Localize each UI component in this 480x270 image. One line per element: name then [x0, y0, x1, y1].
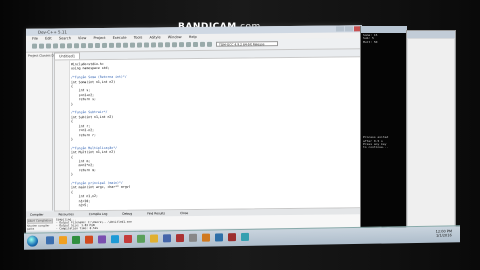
toolbar-button[interactable]	[32, 43, 37, 49]
source-code[interactable]: #include<stdio.h> using namespace std; /*…	[71, 62, 131, 208]
abort-compilation-button[interactable]: Abort Compilation	[27, 218, 53, 224]
taskbar-app-icon[interactable]	[228, 233, 236, 242]
toolbar-button[interactable]	[193, 41, 198, 48]
toolbar-button[interactable]	[67, 43, 72, 49]
line-number-gutter	[55, 60, 70, 211]
tab-classes[interactable]: Classes	[39, 54, 50, 58]
toolbar-button[interactable]	[151, 42, 156, 48]
taskbar-app-icon[interactable]	[111, 235, 119, 244]
compiler-select[interactable]: TDM-GCC 4.9.2 64-bit Release	[216, 41, 278, 47]
toolbar-button[interactable]	[165, 42, 170, 48]
code-line: n2=5;	[71, 203, 89, 208]
toolbar-button[interactable]	[123, 42, 128, 48]
toolbar-button[interactable]	[46, 43, 51, 49]
background-window-titlebar	[407, 31, 455, 38]
toolbar-button[interactable]	[60, 43, 65, 49]
toolbar-button[interactable]	[88, 43, 93, 49]
clock-date: 1/1/2016	[435, 233, 452, 238]
tab-compiler[interactable]: Compiler	[26, 213, 44, 217]
taskbar-app-icon[interactable]	[98, 235, 106, 244]
toolbar: TDM-GCC 4.9.2 64-bit Release	[26, 38, 362, 53]
tab-debug-bottom[interactable]: Debug	[118, 212, 132, 216]
ide-title-text: Dev-C++ 5.11	[38, 29, 67, 35]
menu-astyle[interactable]: AStyle	[149, 35, 160, 39]
menu-execute[interactable]: Execute	[113, 36, 127, 40]
toolbar-button[interactable]	[95, 42, 100, 49]
taskbar-app-icon[interactable]	[189, 233, 197, 242]
taskbar-app-icon[interactable]	[150, 234, 158, 243]
tab-find-results[interactable]: Find Results	[143, 211, 165, 215]
taskbar-app-icon[interactable]	[124, 234, 132, 244]
taskbar-app-icon[interactable]	[202, 233, 210, 242]
menu-edit[interactable]: Edit	[45, 36, 52, 40]
toolbar-button[interactable]	[39, 43, 44, 49]
menu-help[interactable]: Help	[189, 35, 197, 39]
code-line: int main(int argc, char** argv)	[71, 185, 131, 190]
taskbar-app-icon[interactable]	[85, 235, 93, 244]
toolbar-button[interactable]	[109, 42, 114, 48]
start-button[interactable]	[27, 235, 38, 247]
tab-close[interactable]: Close	[176, 211, 188, 215]
taskbar-app-icon[interactable]	[137, 234, 145, 243]
taskbar-app-icon[interactable]	[176, 234, 184, 243]
console-line: to continue...	[363, 145, 389, 150]
tab-project[interactable]: Project	[28, 54, 38, 58]
toolbar-button[interactable]	[81, 43, 86, 49]
toolbar-button[interactable]	[130, 42, 135, 48]
menu-tools[interactable]: Tools	[134, 36, 143, 40]
taskbar-app-icon[interactable]	[215, 233, 223, 242]
toolbar-button[interactable]	[116, 42, 121, 48]
toolbar-button[interactable]	[53, 43, 58, 49]
taskbar-app-icon[interactable]	[46, 236, 54, 245]
menu-window[interactable]: Window	[168, 35, 182, 39]
toolbar-button[interactable]	[186, 42, 191, 48]
console-window: Soma: 15 Sub: 5 Mult: 50 Process exited aft…	[360, 26, 407, 236]
code-editor[interactable]: #include<stdio.h> using namespace std; /*…	[54, 56, 361, 212]
toolbar-button[interactable]	[74, 43, 79, 49]
tab-compile-log[interactable]: Compile Log	[85, 212, 108, 216]
taskbar-app-icon[interactable]	[72, 235, 80, 244]
menu-search[interactable]: Search	[59, 36, 71, 40]
toolbar-button[interactable]	[158, 42, 163, 48]
tab-resources[interactable]: Resources	[54, 212, 73, 216]
taskbar-app-icon[interactable]	[163, 234, 171, 243]
console-output: Soma: 15 Sub: 5 Mult: 50 Process exited aft…	[361, 33, 407, 151]
toolbar-button[interactable]	[179, 42, 184, 48]
taskbar-app-icon[interactable]	[59, 236, 67, 245]
background-window-body	[408, 39, 454, 230]
menu-view[interactable]: View	[78, 36, 86, 40]
toolbar-button[interactable]	[137, 42, 142, 48]
console-titlebar	[361, 26, 407, 33]
maximize-button[interactable]	[345, 26, 353, 32]
project-panel: Project Classes Debug	[26, 52, 61, 211]
taskbar-app-icon[interactable]	[241, 232, 249, 242]
menu-file[interactable]: File	[32, 37, 38, 41]
ide-window: Dev-C++ 5.11 File Edit Search View Proje…	[26, 25, 362, 237]
desktop: BANDICAM.com Dev-C++ 5.11 File Edit Sear…	[0, 0, 480, 270]
menu-project[interactable]: Project	[93, 36, 105, 40]
compile-log-controls: Abort Compilation Shorten compiler paths	[26, 217, 54, 231]
toolbar-button[interactable]	[200, 41, 205, 47]
background-window	[406, 30, 456, 232]
toolbar-button[interactable]	[207, 41, 212, 47]
taskbar-clock[interactable]: 12:00 PM 1/1/2016	[436, 229, 452, 237]
toolbar-button[interactable]	[144, 42, 149, 48]
toolbar-button[interactable]	[172, 42, 177, 48]
minimize-button[interactable]	[336, 26, 344, 32]
toolbar-button[interactable]	[102, 42, 107, 48]
